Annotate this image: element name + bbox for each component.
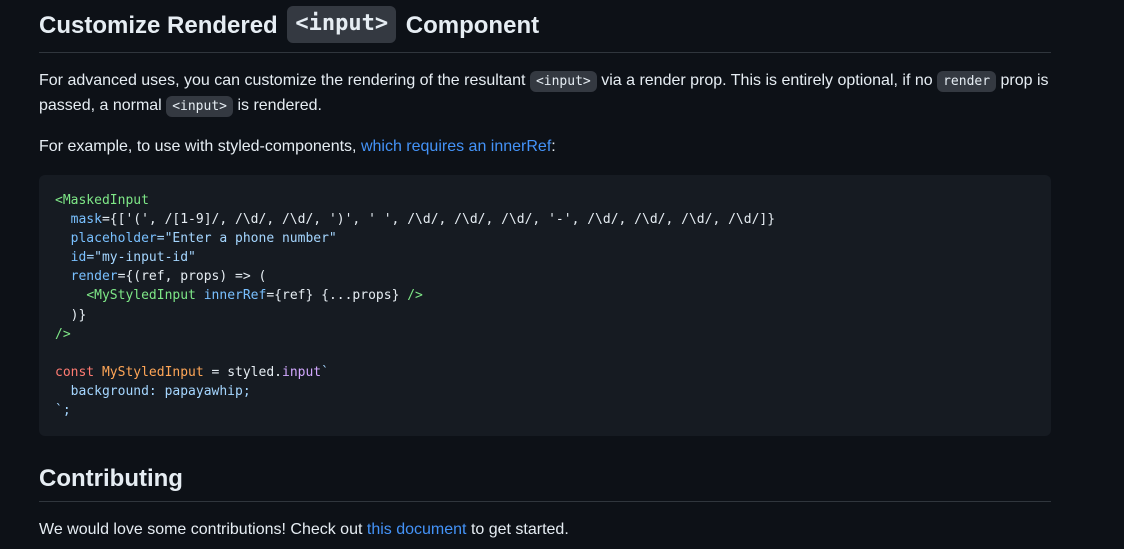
text: : [551,138,556,155]
code-token: ={ref} {...props} [266,288,400,304]
code-token: id [70,250,87,266]
code-token: = styled. [203,364,282,380]
this-document-link[interactable]: this document [367,521,467,538]
code-token: ="Enter a phone number" [156,231,337,247]
heading-code-input: <input> [287,6,397,43]
code-token: )} [70,307,87,323]
code-token: <MaskedInput [55,193,149,208]
inline-code: <input> [529,71,597,92]
paragraph-contributing: We would love some contributions! Check … [39,518,1051,542]
inline-code: <input> [166,96,233,117]
code-token: placeholder [70,231,157,247]
code-token: <MyStyledInput [86,288,196,304]
readme-content: Customize Rendered <input> Component For… [39,0,1051,542]
code-block[interactable]: <MaskedInput mask={['(', /[1-9]/, /\d/, … [39,175,1051,437]
code-token: background: papayawhip; [55,383,251,399]
text: to get started. [470,521,569,539]
section-heading-contributing: Contributing [39,464,1051,503]
text: is rendered. [237,97,322,114]
code-token: ="my-input-id" [86,250,196,266]
code-token: ={(ref, props) => ( [117,269,267,285]
paragraph-advanced-uses: For advanced uses, you can customize the… [39,69,1051,119]
section-heading-customize: Customize Rendered <input> Component [39,0,1051,53]
code-token: `; [55,403,71,419]
text: For advanced uses, you can customize the… [39,72,526,89]
code-token: const [55,364,95,380]
code-token: /> [407,288,423,304]
code-token: innerRef [203,288,267,304]
code-token: input [282,364,322,380]
paragraph-example: For example, to use with styled-componen… [39,135,1051,159]
code-token: ={['(', /[1-9]/, /\d/, /\d/, ')', ' ', /… [101,212,776,228]
code-token: mask [70,212,102,228]
innerref-link[interactable]: which requires an innerRef [361,138,551,155]
heading-text-before: Customize Rendered [39,11,278,39]
text: For example, to use with styled-componen… [39,138,357,155]
code-token: ` [321,364,329,380]
code-token: render [70,269,118,285]
heading-text-after: Component [405,11,540,39]
text: We would love some contributions! Check … [39,521,363,539]
inline-code: render [937,71,997,92]
code-token: /> [55,326,71,342]
code-token: MyStyledInput [101,364,204,380]
text: via a render prop. This is entirely opti… [601,72,933,89]
